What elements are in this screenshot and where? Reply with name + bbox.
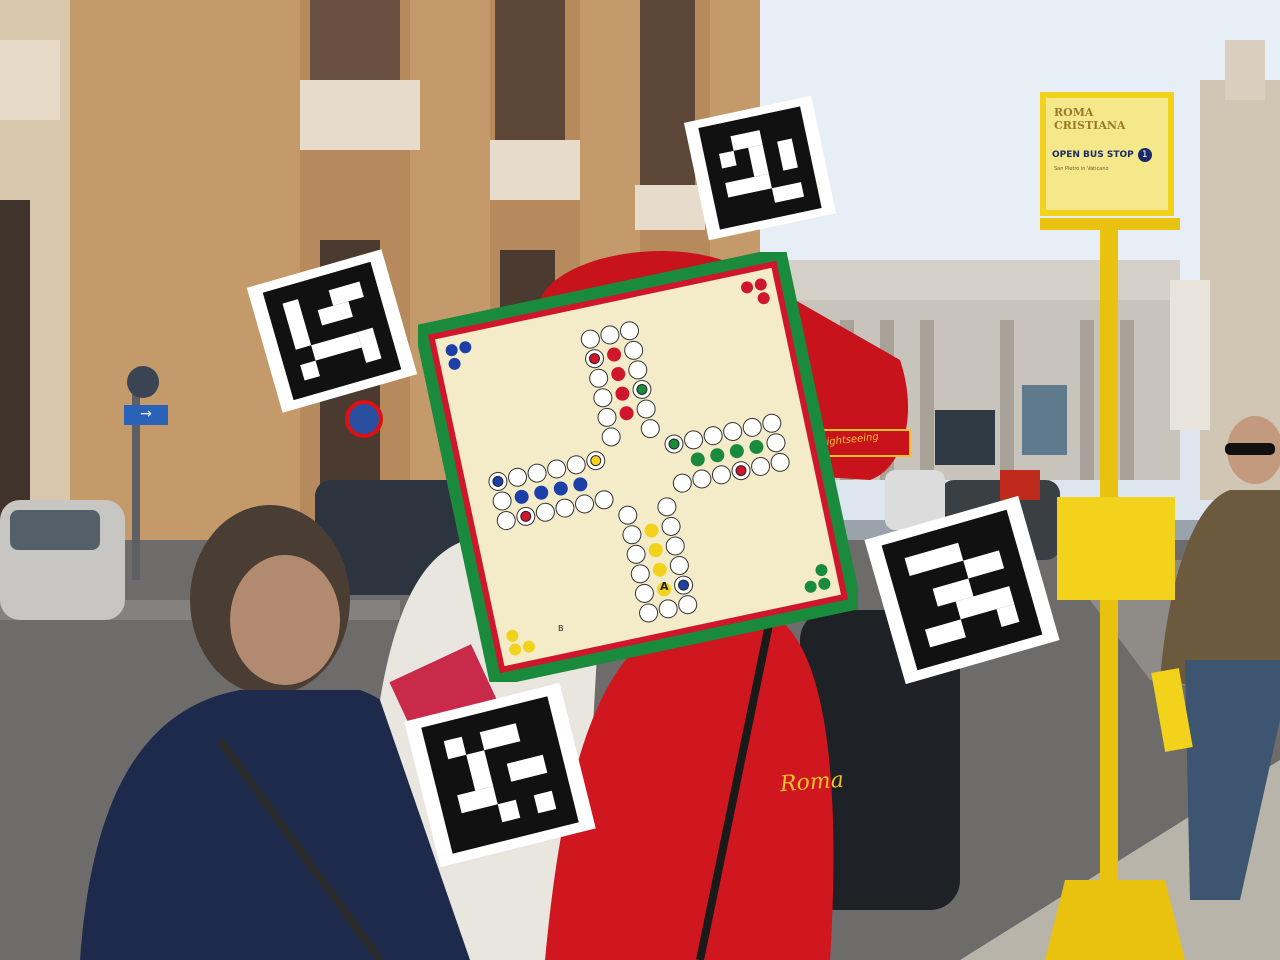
sign-stop-label: OPEN BUS STOP [1052, 150, 1134, 160]
marker-pattern [698, 106, 822, 230]
street-scene: ROMA CRISTIANA OPEN BUS STOP 1 San Pietr… [0, 0, 1280, 960]
arrow-right-icon: → [140, 406, 152, 422]
board-letter-a: A [660, 580, 669, 593]
sign-subtitle: San Pietro in Vaticano [1054, 166, 1109, 172]
sign-title-line2: CRISTIANA [1054, 119, 1126, 132]
marker-pattern [421, 696, 579, 854]
ludo-game-board: A B [418, 252, 858, 682]
sign-title-line1: ROMA [1054, 106, 1094, 119]
ludo-board-graphic [418, 252, 858, 682]
board-letter-b: B [558, 624, 564, 633]
marker-pattern [262, 261, 402, 401]
jacket-text: Roma [779, 767, 845, 798]
bus-stop-sign: ROMA CRISTIANA OPEN BUS STOP 1 San Pietr… [1040, 92, 1174, 216]
street-arrow-sign: → [124, 404, 168, 424]
marker-pattern [881, 509, 1043, 671]
sign-stop-number: 1 [1137, 148, 1152, 162]
